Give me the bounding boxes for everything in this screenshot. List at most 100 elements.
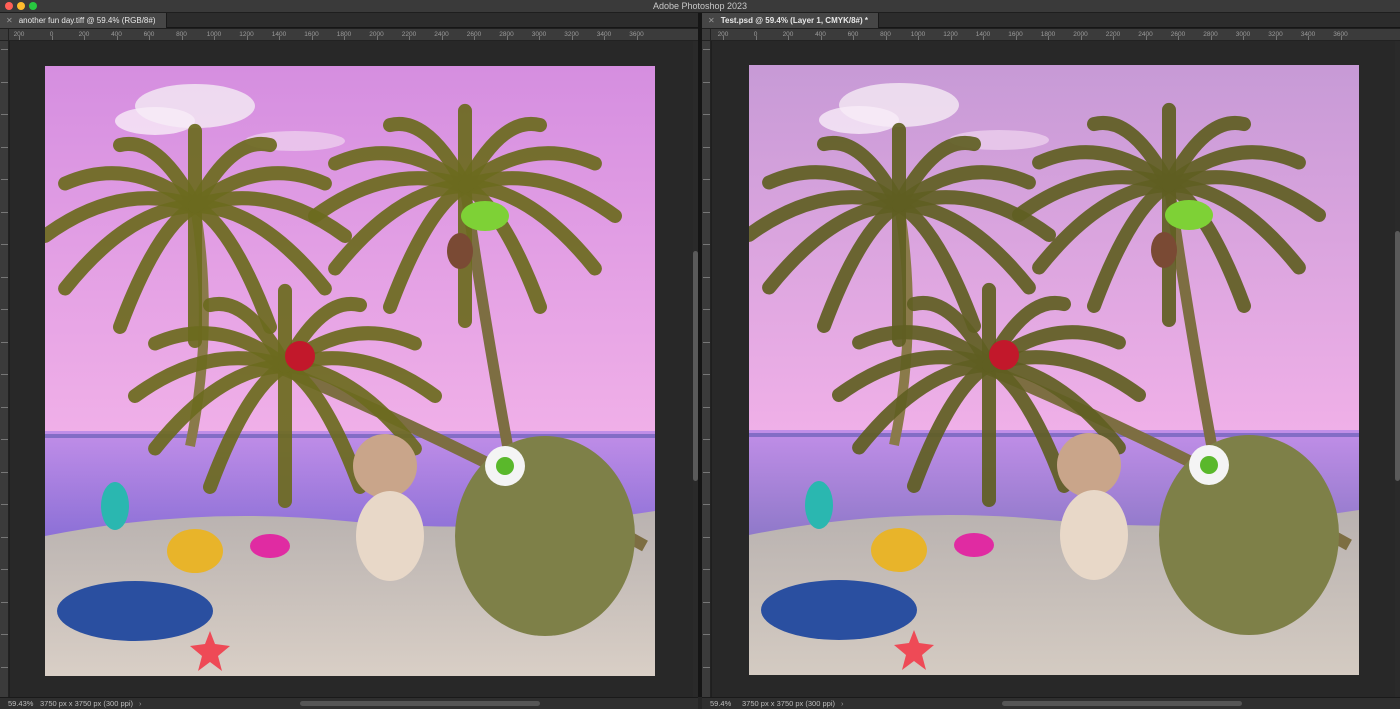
seahorse — [101, 482, 129, 530]
ruler-tick — [1, 179, 8, 180]
canvas-area[interactable] — [10, 41, 693, 697]
ruler-tick — [409, 36, 410, 40]
horizontal-ruler[interactable]: 200 0 200 400 600 800 1000 1200 1400 1600 1800 2000… — [9, 29, 698, 41]
ruler-tick — [1243, 36, 1244, 40]
app-title: Adobe Photoshop 2023 — [652, 1, 748, 11]
document-info: 3750 px x 3750 px (300 ppi) — [742, 699, 835, 708]
turtle-head — [871, 528, 927, 572]
horizontal-ruler[interactable]: 200 0 200 400 600 800 1000 1200 1400 1600 1800 2000… — [711, 29, 1400, 41]
ruler-tick — [181, 36, 183, 40]
ruler-tick — [703, 114, 710, 115]
ruler-tick — [1, 471, 8, 473]
ruler-tick — [279, 36, 280, 40]
ruler-tick — [983, 36, 984, 40]
artwork-rgb — [45, 66, 655, 676]
frog-head — [461, 201, 509, 231]
ruler-tick — [539, 36, 540, 40]
document-info: 3750 px x 3750 px (300 ppi) — [40, 699, 133, 708]
ruler-tick — [1, 439, 8, 440]
cloud — [819, 106, 899, 134]
horizontal-scrollbar[interactable] — [300, 701, 540, 706]
ruler-tick — [1, 634, 8, 635]
ruler-tick — [1178, 36, 1179, 40]
cloud — [115, 107, 195, 135]
artwork-cmyk — [749, 65, 1359, 675]
seahorse — [805, 481, 833, 529]
ruler-tick — [636, 36, 638, 40]
ruler-tick — [1080, 36, 1082, 40]
bunny-body — [356, 491, 424, 581]
ruler-tick — [703, 439, 710, 440]
ruler-tick — [755, 36, 757, 40]
ruler-tick — [1, 49, 8, 50]
ruler-tick — [703, 179, 710, 180]
document-tab[interactable]: ✕ Test.psd @ 59.4% (Layer 1, CMYK/8#) * — [702, 13, 879, 28]
document-tab[interactable]: ✕ another fun day.tiff @ 59.4% (RGB/8#) — [0, 13, 167, 28]
ruler-tick — [918, 36, 919, 40]
ruler-tick — [1308, 36, 1309, 40]
ruler-tick — [1, 114, 8, 115]
canvas-area[interactable] — [712, 41, 1395, 697]
ruler-tick — [84, 36, 85, 40]
zoom-level[interactable]: 59.43% — [8, 699, 38, 708]
status-bar-left: 59.43% 3750 px x 3750 px (300 ppi) › — [0, 697, 698, 709]
chevron-right-icon[interactable]: › — [139, 699, 142, 708]
close-tab-icon[interactable]: ✕ — [6, 16, 13, 25]
dino-body — [1159, 435, 1339, 635]
ruler-tick — [723, 36, 724, 40]
ruler-tick — [885, 36, 887, 40]
ruler-tick — [703, 309, 710, 310]
zoom-level[interactable]: 59.4% — [710, 699, 740, 708]
frog-body — [447, 233, 473, 269]
ruler-origin[interactable] — [0, 29, 9, 41]
ruler-tick — [1, 504, 8, 505]
status-bar-right: 59.4% 3750 px x 3750 px (300 ppi) › — [702, 697, 1400, 709]
ruler-tick — [1, 244, 8, 245]
ruler-tick — [1340, 36, 1342, 40]
ruler-tick — [116, 36, 118, 40]
vertical-ruler[interactable] — [0, 41, 9, 697]
dino-pupil — [496, 457, 514, 475]
close-tab-icon[interactable]: ✕ — [708, 16, 715, 25]
ruler-origin[interactable] — [702, 29, 711, 41]
ruler-tick — [703, 276, 710, 278]
ruler-tick — [1, 211, 8, 213]
ruler-tick — [1, 276, 8, 278]
ruler-tick — [1113, 36, 1114, 40]
ruler-tick — [703, 374, 710, 375]
ruler-tick — [1015, 36, 1017, 40]
ruler-tick — [1, 406, 8, 408]
ruler-tick — [1048, 36, 1049, 40]
ruler-tick — [1, 601, 8, 603]
ruler-tick — [853, 36, 854, 40]
ruler-tick — [214, 36, 215, 40]
ruler-tick — [1145, 36, 1147, 40]
vertical-ruler[interactable] — [702, 41, 711, 697]
bunny-body — [1060, 490, 1128, 580]
turtle-shell — [761, 580, 917, 640]
dino-body — [455, 436, 635, 636]
bunny-head — [353, 434, 417, 498]
ruler-tick — [506, 36, 508, 40]
ruler-tick — [703, 634, 710, 635]
ruler-tick — [703, 601, 710, 603]
ruler-tick — [703, 244, 710, 245]
ruler-tick — [703, 49, 710, 50]
scroll-thumb[interactable] — [1395, 231, 1400, 481]
ruler-tick — [703, 211, 710, 213]
ruler-tick — [19, 36, 20, 40]
ruler-tick — [1, 341, 8, 343]
ruler-tick — [950, 36, 952, 40]
ruler-tick — [820, 36, 822, 40]
horizontal-scrollbar[interactable] — [1002, 701, 1242, 706]
vertical-scrollbar[interactable] — [1395, 41, 1400, 697]
ladybug — [989, 340, 1019, 370]
ruler-tick — [571, 36, 573, 40]
chevron-right-icon[interactable]: › — [841, 699, 844, 708]
ruler-tick — [703, 341, 710, 343]
ruler-tick — [51, 36, 53, 40]
ruler-tick — [703, 666, 710, 668]
ruler-tick — [441, 36, 443, 40]
bunny-head — [1057, 433, 1121, 497]
ruler-tick — [703, 569, 710, 570]
